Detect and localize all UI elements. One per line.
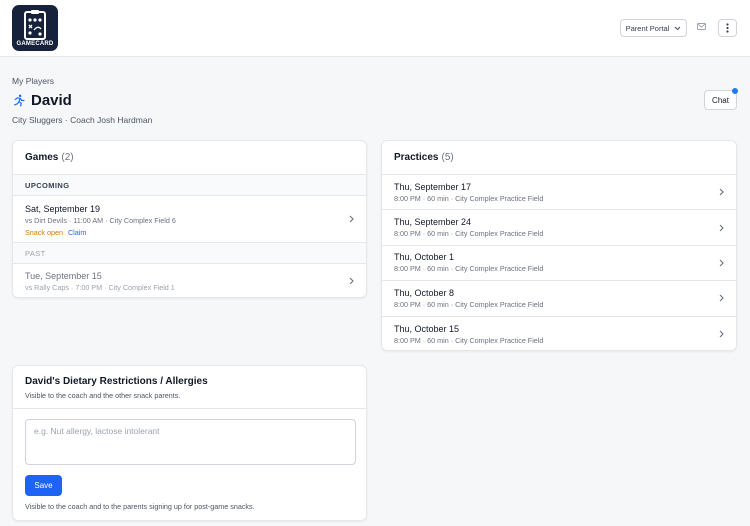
chevron-down-icon: [675, 26, 681, 30]
practice-row[interactable]: Thu, September 24 8:00 PM · 60 min · Cit…: [382, 210, 736, 246]
games-card-header: Games (2): [13, 141, 366, 175]
dietary-footnote: Visible to the coach and to the parents …: [25, 502, 255, 511]
practice-date: Thu, October 15: [394, 323, 460, 334]
practice-date: Thu, September 24: [394, 217, 472, 228]
chevron-right-icon: [719, 259, 724, 267]
practice-row[interactable]: Thu, October 1 8:00 PM · 60 min · City C…: [382, 246, 736, 282]
game-date: Tue, September 15: [25, 271, 102, 281]
top-bar: GAMECARD Parent Portal: [0, 0, 750, 57]
dietary-restrictions-input[interactable]: [25, 419, 356, 465]
app-logo[interactable]: GAMECARD: [12, 5, 58, 51]
game-details: vs Dirt Devils · 11:00 AM · City Complex…: [25, 216, 176, 225]
practice-details: 8:00 PM · 60 min · City Complex Practice…: [394, 264, 544, 274]
team-coach-line: City Sluggers · Coach Josh Hardman: [12, 115, 153, 125]
practice-details: 8:00 PM · 60 min · City Complex Practice…: [394, 299, 544, 309]
game-date: Sat, September 19: [25, 204, 101, 214]
save-button[interactable]: Save: [25, 475, 62, 496]
dietary-title: David's Dietary Restrictions / Allergies: [25, 376, 208, 387]
chevron-right-icon: [719, 330, 724, 338]
parent-portal-dropdown[interactable]: Parent Portal: [620, 19, 687, 37]
games-title: Games: [25, 152, 59, 163]
mail-icon[interactable]: [697, 23, 706, 30]
upcoming-game-row[interactable]: Sat, September 19 vs Dirt Devils · 11:00…: [13, 196, 366, 243]
practice-row[interactable]: Thu, October 8 8:00 PM · 60 min · City C…: [382, 281, 736, 317]
player-name: David: [31, 92, 72, 109]
practices-card: Practices (5) Thu, September 17 8:00 PM …: [381, 140, 737, 351]
breadcrumb[interactable]: My Players: [12, 76, 54, 86]
claim-snack-link[interactable]: Claim: [68, 228, 86, 237]
chevron-right-icon: [349, 215, 354, 223]
practice-date: Thu, October 1: [394, 252, 455, 263]
dietary-card-header: David's Dietary Restrictions / Allergies…: [13, 366, 366, 409]
running-person-icon: [14, 94, 25, 107]
kebab-menu-icon: [726, 23, 729, 33]
practices-title: Practices: [394, 152, 439, 163]
practice-date: Thu, October 8: [394, 287, 455, 298]
games-count: (2): [61, 152, 74, 163]
games-card: Games (2) UPCOMING Sat, September 19 vs …: [12, 140, 367, 298]
logo-text: GAMECARD: [16, 41, 54, 47]
chevron-right-icon: [719, 294, 724, 302]
practice-date: Thu, September 17: [394, 181, 472, 192]
snack-actions: Snack open Claim: [25, 228, 354, 237]
chat-notification-dot: [732, 88, 738, 94]
practice-details: 8:00 PM · 60 min · City Complex Practice…: [394, 335, 544, 345]
practice-details: 8:00 PM · 60 min · City Complex Practice…: [394, 229, 544, 239]
practices-list: Thu, September 17 8:00 PM · 60 min · Cit…: [382, 175, 736, 350]
more-menu-button[interactable]: [718, 19, 737, 37]
practice-row[interactable]: Thu, September 17 8:00 PM · 60 min · Cit…: [382, 175, 736, 211]
chevron-right-icon: [719, 224, 724, 231]
upcoming-section-label: UPCOMING: [13, 175, 366, 196]
chevron-right-icon: [349, 277, 354, 285]
dietary-subtitle: Visible to the coach and the other snack…: [25, 391, 181, 400]
player-header: David: [12, 92, 72, 109]
past-section-label: PAST: [13, 243, 366, 264]
game-details: vs Rally Caps · 7:00 PM · City Complex F…: [25, 283, 175, 292]
dietary-card: David's Dietary Restrictions / Allergies…: [12, 365, 367, 521]
practice-row[interactable]: Thu, October 15 8:00 PM · 60 min · City …: [382, 317, 736, 350]
practice-details: 8:00 PM · 60 min · City Complex Practice…: [394, 193, 544, 203]
portal-label: Parent Portal: [625, 23, 670, 33]
chevron-right-icon: [719, 188, 724, 196]
practices-card-header: Practices (5): [382, 141, 736, 175]
snack-status: Snack open: [25, 228, 63, 237]
chat-label: Chat: [712, 95, 729, 105]
past-game-row[interactable]: Tue, September 15 vs Rally Caps · 7:00 P…: [13, 264, 366, 297]
practices-count: (5): [441, 152, 454, 163]
